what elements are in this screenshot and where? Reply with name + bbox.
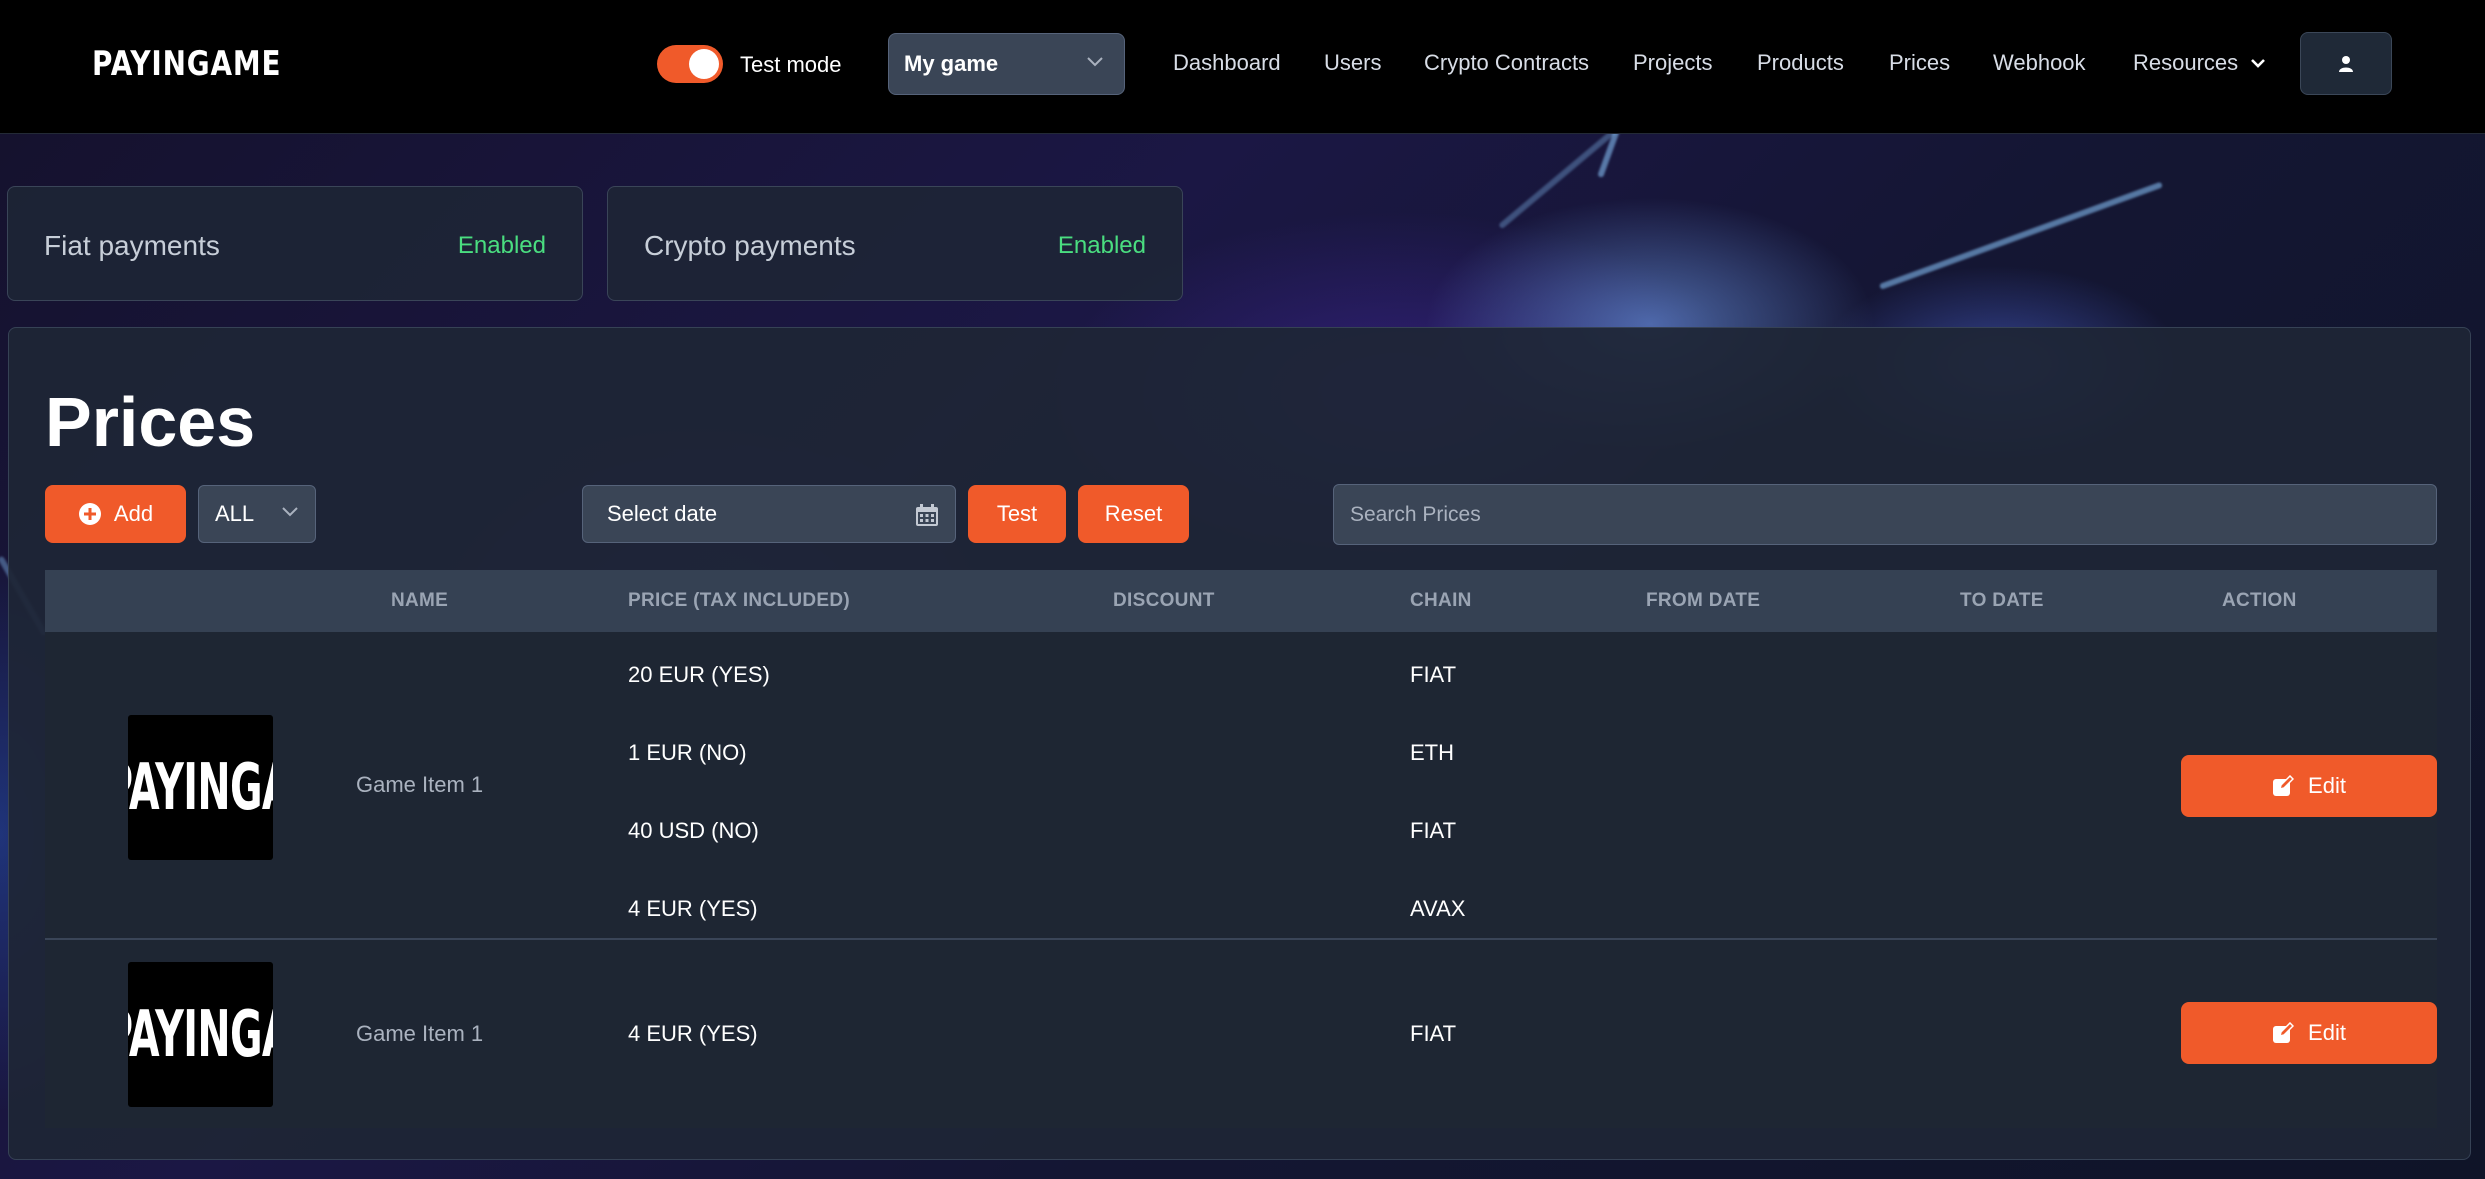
thumbnail-logo-text: PAYINGAME <box>128 750 273 825</box>
nav-crypto-contracts[interactable]: Crypto Contracts <box>1424 50 1589 76</box>
edit-icon <box>2273 1022 2295 1043</box>
top-navbar: PAYINGAME Test mode My game Dashboard Us… <box>0 0 2485 134</box>
nav-prices[interactable]: Prices <box>1889 50 1950 76</box>
crypto-payments-status: Enabled <box>1057 232 1146 259</box>
nav-products[interactable]: Products <box>1757 50 1844 76</box>
crypto-payments-card: Crypto payments Enabled <box>607 186 1183 301</box>
plus-circle-icon <box>78 503 101 525</box>
add-price-button[interactable]: Add <box>45 485 186 543</box>
chevron-down-icon <box>1087 57 1103 67</box>
date-picker-label: Select date <box>607 501 718 526</box>
column-header-chain: CHAIN <box>1410 590 1472 611</box>
price-value: 4 EUR (YES) <box>628 1021 758 1046</box>
user-icon <box>2339 55 2353 72</box>
test-mode-label: Test mode <box>740 52 842 77</box>
product-name: Game Item 1 <box>356 1021 484 1046</box>
table-header: NAME PRICE (TAX INCLUDED) DISCOUNT CHAIN… <box>45 570 2437 632</box>
edit-icon <box>2273 775 2295 796</box>
price-value: 4 EUR (YES) <box>628 896 758 921</box>
edit-button[interactable]: Edit <box>2181 1002 2437 1064</box>
price-value: 40 USD (NO) <box>628 818 759 843</box>
chain-value: ETH <box>1410 740 1454 765</box>
filter-select-value: ALL <box>215 501 255 526</box>
edit-button-label: Edit <box>2308 1020 2346 1045</box>
product-name: Game Item 1 <box>356 772 484 797</box>
nav-resources[interactable]: Resources <box>2133 50 2238 76</box>
nav-webhook[interactable]: Webhook <box>1993 50 2086 76</box>
column-header-from-date: FROM DATE <box>1646 590 1761 611</box>
brand-logo[interactable]: PAYINGAME <box>92 44 281 84</box>
product-thumbnail: PAYINGAME <box>128 715 273 860</box>
table-row: PAYINGAME Game Item 1 20 EUR (YES) FIAT … <box>45 632 2437 940</box>
fiat-payments-card: Fiat payments Enabled <box>7 186 583 301</box>
page-title: Prices <box>45 383 256 461</box>
chain-value: AVAX <box>1410 896 1466 921</box>
chain-value: FIAT <box>1410 1021 1457 1046</box>
chain-value: FIAT <box>1410 662 1457 687</box>
chevron-down-icon <box>282 507 298 517</box>
column-header-name: NAME <box>391 590 449 611</box>
crypto-payments-label: Crypto payments <box>644 230 856 261</box>
nav-projects[interactable]: Projects <box>1633 50 1712 76</box>
price-value: 1 EUR (NO) <box>628 740 747 765</box>
test-button[interactable]: Test <box>968 485 1066 543</box>
date-picker-input[interactable]: Select date <box>582 485 956 543</box>
edit-button[interactable]: Edit <box>2181 755 2437 817</box>
product-thumbnail: PAYINGAME <box>128 962 273 1107</box>
edit-button-label: Edit <box>2308 773 2346 798</box>
nav-users[interactable]: Users <box>1324 50 1381 76</box>
toggle-knob <box>689 49 719 79</box>
prices-panel: Prices Add ALL Select date Test Reset NA… <box>8 327 2471 1160</box>
test-mode-toggle[interactable] <box>657 45 723 83</box>
column-header-to-date: TO DATE <box>1960 590 2044 611</box>
table-row: PAYINGAME Game Item 1 4 EUR (YES) FIAT E… <box>45 940 2437 1128</box>
search-input[interactable] <box>1333 484 2437 545</box>
thumbnail-logo-text: PAYINGAME <box>128 997 273 1072</box>
fiat-payments-status: Enabled <box>457 232 546 259</box>
column-header-action: ACTION <box>2222 590 2297 611</box>
user-menu-button[interactable] <box>2300 32 2392 95</box>
game-select[interactable]: My game <box>888 33 1125 95</box>
column-header-price: PRICE (TAX INCLUDED) <box>628 590 851 611</box>
calendar-icon <box>916 504 938 526</box>
chevron-down-icon[interactable] <box>2249 56 2267 70</box>
game-select-value: My game <box>904 51 999 76</box>
add-button-label: Add <box>113 501 154 526</box>
price-value: 20 EUR (YES) <box>628 662 770 687</box>
column-header-discount: DISCOUNT <box>1113 590 1215 611</box>
nav-dashboard[interactable]: Dashboard <box>1173 50 1281 76</box>
filter-select[interactable]: ALL <box>198 485 316 543</box>
chain-value: FIAT <box>1410 818 1457 843</box>
fiat-payments-label: Fiat payments <box>44 230 220 261</box>
reset-button[interactable]: Reset <box>1078 485 1189 543</box>
